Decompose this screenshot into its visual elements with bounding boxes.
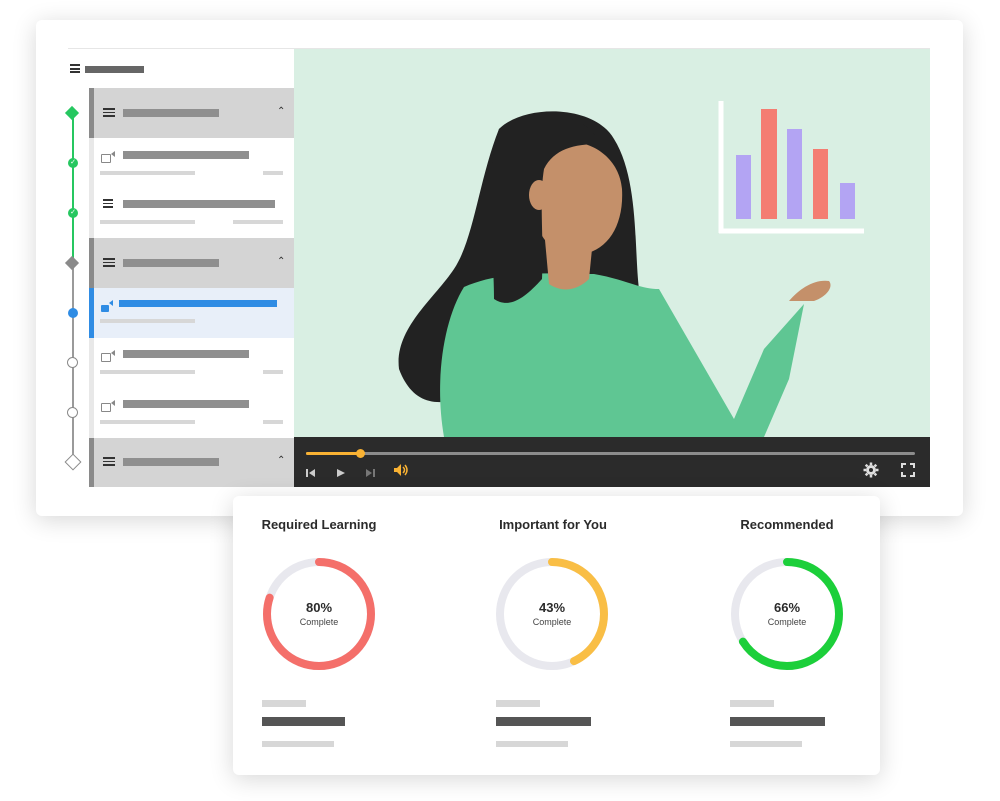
sidebar-item-video-1[interactable] <box>89 138 294 188</box>
timeline-check-1: ✓ <box>68 158 78 168</box>
item-duration-placeholder <box>263 171 283 175</box>
item-duration-placeholder <box>263 370 283 374</box>
meta-placeholder <box>496 700 540 707</box>
section-title-placeholder <box>123 109 219 117</box>
chevron-up-icon[interactable]: ⌃ <box>277 106 285 117</box>
bar-chart-illustration <box>718 101 864 234</box>
play-icon[interactable] <box>336 465 346 477</box>
scrubber-track[interactable] <box>306 452 915 455</box>
timeline-dot-empty-1 <box>67 357 78 368</box>
section-title-placeholder <box>123 458 219 466</box>
video-icon <box>101 399 115 412</box>
settings-gear-icon[interactable] <box>863 462 879 478</box>
percent-recommended: 66% <box>773 600 801 615</box>
value-placeholder <box>730 717 825 726</box>
fullscreen-icon[interactable] <box>901 463 915 477</box>
timeline-dot-empty-2 <box>67 407 78 418</box>
list-icon <box>103 199 113 209</box>
status-important: Complete <box>532 617 572 627</box>
presenter-illustration <box>398 101 864 437</box>
progress-card: Required Learning 80% Complete Important… <box>233 496 880 775</box>
meta-placeholder <box>262 700 306 707</box>
section-title-placeholder <box>123 259 219 267</box>
video-controls <box>294 437 930 487</box>
list-icon <box>103 258 115 268</box>
status-recommended: Complete <box>767 617 807 627</box>
item-meta-placeholder <box>100 370 195 374</box>
video-icon <box>101 349 115 362</box>
status-required: Complete <box>299 617 339 627</box>
video-icon <box>101 150 115 163</box>
item-duration-placeholder <box>263 420 283 424</box>
sidebar-item-list-2[interactable] <box>89 188 294 238</box>
meta-placeholder <box>730 700 774 707</box>
chevron-up-icon[interactable]: ⌃ <box>277 256 285 267</box>
scrubber-progress <box>306 452 360 455</box>
video-icon <box>101 299 115 312</box>
meta-placeholder <box>730 741 802 747</box>
item-title-placeholder <box>123 151 249 159</box>
hamburger-icon[interactable] <box>70 64 80 73</box>
value-placeholder <box>262 717 345 726</box>
timeline-line-green <box>72 113 74 263</box>
sidebar-section-1[interactable]: ⌃ <box>89 88 294 138</box>
sidebar-section-3[interactable]: ⌃ <box>89 438 294 487</box>
donut-label-recommended: 66% Complete <box>727 600 847 627</box>
sidebar-title-placeholder <box>85 66 144 73</box>
item-title-placeholder <box>123 350 249 358</box>
item-title-placeholder <box>123 400 249 408</box>
item-meta-placeholder <box>100 319 195 323</box>
value-placeholder <box>496 717 591 726</box>
donut-label-important: 43% Complete <box>492 600 612 627</box>
chevron-up-icon[interactable]: ⌃ <box>277 455 285 466</box>
item-title-placeholder <box>119 300 277 307</box>
item-meta-placeholder <box>100 420 195 424</box>
item-meta-placeholder <box>100 220 195 224</box>
percent-important: 43% <box>538 600 566 615</box>
sidebar-item-video-active[interactable] <box>89 288 294 338</box>
item-duration-placeholder <box>233 220 283 224</box>
card-title-recommended: Recommended <box>740 517 834 532</box>
timeline-dot-active <box>68 308 78 318</box>
sidebar-item-video-4[interactable] <box>89 388 294 438</box>
list-icon <box>103 108 115 118</box>
percent-required: 80% <box>305 600 333 615</box>
meta-placeholder <box>262 741 334 747</box>
video-area[interactable] <box>294 49 930 437</box>
meta-placeholder <box>496 741 568 747</box>
skip-back-icon[interactable] <box>306 465 316 477</box>
item-title-placeholder <box>123 200 275 208</box>
sidebar-section-2[interactable]: ⌃ <box>89 238 294 288</box>
donut-label-required: 80% Complete <box>259 600 379 627</box>
skip-forward-icon[interactable] <box>365 465 375 477</box>
scrubber-handle[interactable] <box>356 449 365 458</box>
sidebar-item-video-3[interactable] <box>89 338 294 388</box>
volume-icon[interactable] <box>393 463 409 477</box>
card-title-important: Important for You <box>499 517 607 532</box>
card-title-required: Required Learning <box>261 517 377 532</box>
item-meta-placeholder <box>100 171 195 175</box>
list-icon <box>103 457 115 467</box>
sidebar-header <box>68 49 294 88</box>
timeline-check-2: ✓ <box>68 208 78 218</box>
